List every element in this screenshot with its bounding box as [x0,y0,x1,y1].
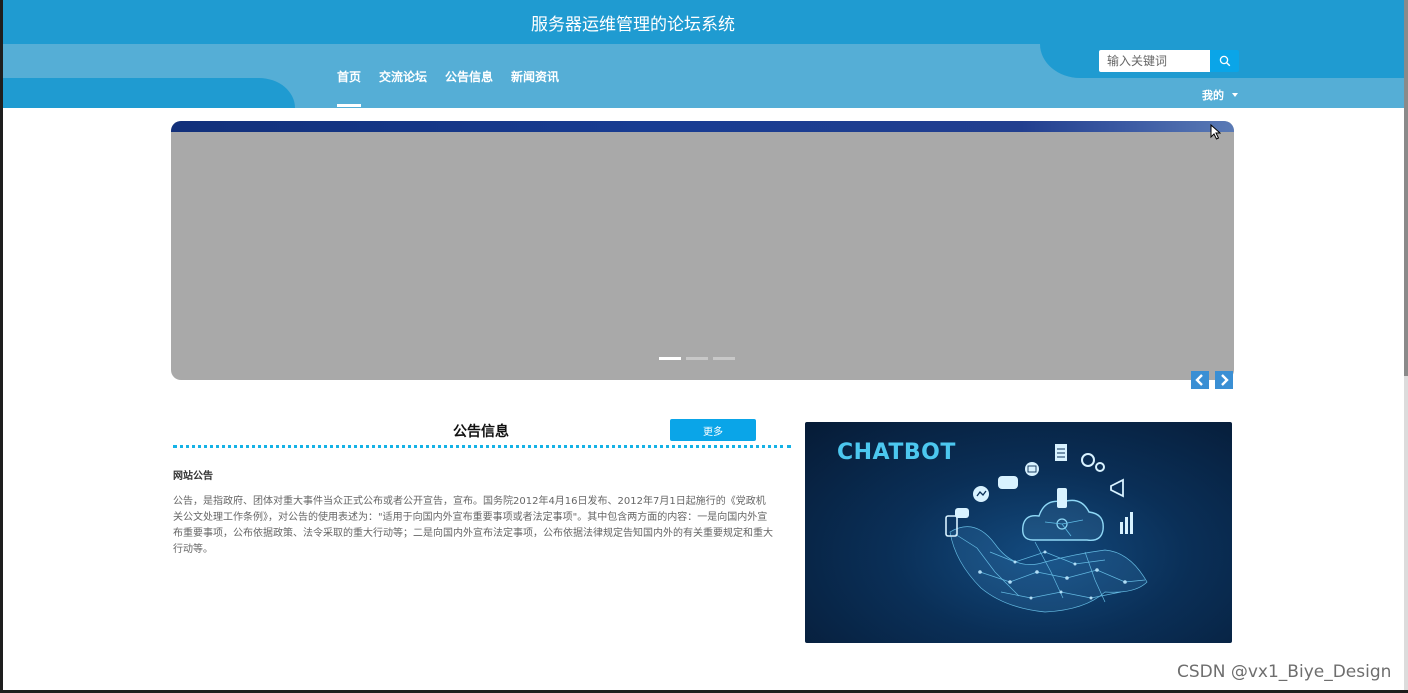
megaphone-icon [1110,478,1124,498]
scrollbar-track[interactable] [1404,0,1408,693]
carousel-dot[interactable] [659,357,681,360]
search-button[interactable] [1210,50,1239,72]
nav-item-forum[interactable]: 交流论坛 [379,68,427,86]
gears-icon [1081,453,1105,472]
user-menu[interactable]: 我的 [1202,87,1238,103]
chevron-right-icon [1221,374,1229,386]
chat-bubble-icon [998,476,1018,489]
messenger-icon [973,486,989,502]
carousel-prev-button[interactable] [1191,371,1209,389]
header-decor-left [3,78,295,108]
carousel-next-button[interactable] [1215,371,1233,389]
scrollbar-thumb[interactable] [1404,0,1408,376]
watermark: CSDN @vx1_Biye_Design [1177,662,1392,682]
carousel-indicators [659,357,740,360]
chevron-left-icon [1195,374,1203,386]
nav-item-home[interactable]: 首页 [337,68,362,107]
banner-carousel[interactable] [171,121,1234,380]
bar-chart-icon [1120,512,1133,534]
notice-item-title[interactable]: 网站公告 [173,467,213,482]
search-input[interactable] [1099,50,1210,72]
nav-item-notices[interactable]: 公告信息 [445,68,493,86]
email-icon [1025,462,1039,476]
cloud-icon [1022,488,1104,541]
chevron-down-icon [1232,93,1238,97]
nav-item-news[interactable]: 新闻资讯 [511,68,559,86]
main-nav: 首页 交流论坛 公告信息 新闻资讯 [337,68,577,107]
notice-item-body: 公告，是指政府、团体对重大事件当众正式公布或者公开宣告，宣布。国务院2012年4… [173,496,773,555]
sms-icon [955,508,969,518]
user-menu-label: 我的 [1202,89,1224,102]
banner-image-strip [171,121,1234,132]
chatbot-promo-image[interactable]: CHATBOT [805,422,1232,643]
mouse-cursor-icon [1210,124,1221,140]
site-title: 服务器运维管理的论坛系统 [531,15,735,35]
carousel-dot[interactable] [713,357,735,360]
section-divider [173,445,791,448]
document-icon [1055,444,1067,461]
search-icon [1219,55,1230,67]
more-button[interactable]: 更多 [670,419,756,441]
notice-section-title: 公告信息 [453,424,509,440]
carousel-dot[interactable] [686,357,708,360]
